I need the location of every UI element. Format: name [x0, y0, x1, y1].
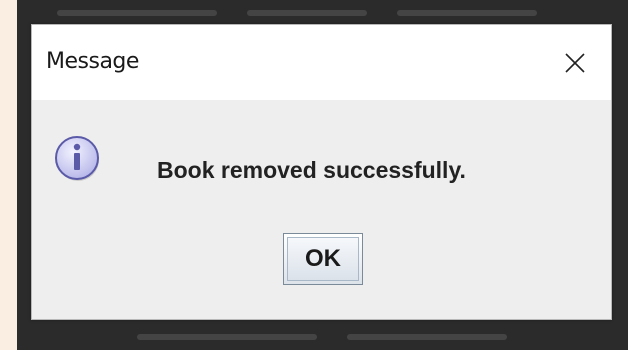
- close-button[interactable]: [539, 25, 611, 100]
- ok-button-label: OK: [287, 237, 359, 281]
- background-text-line: [397, 10, 537, 16]
- background-text-line: [347, 334, 507, 340]
- background-text-line: [137, 334, 317, 340]
- ok-button[interactable]: OK: [283, 233, 363, 285]
- dialog-message: Book removed successfully.: [157, 157, 466, 183]
- info-icon: [55, 136, 99, 181]
- dialog-title: Message: [46, 49, 139, 74]
- background-text-line: [57, 10, 217, 16]
- message-dialog: Message Book removed successfully. OK: [31, 24, 612, 320]
- background-text-line: [247, 10, 367, 16]
- close-icon: [565, 52, 585, 73]
- dialog-titlebar: Message: [32, 25, 611, 100]
